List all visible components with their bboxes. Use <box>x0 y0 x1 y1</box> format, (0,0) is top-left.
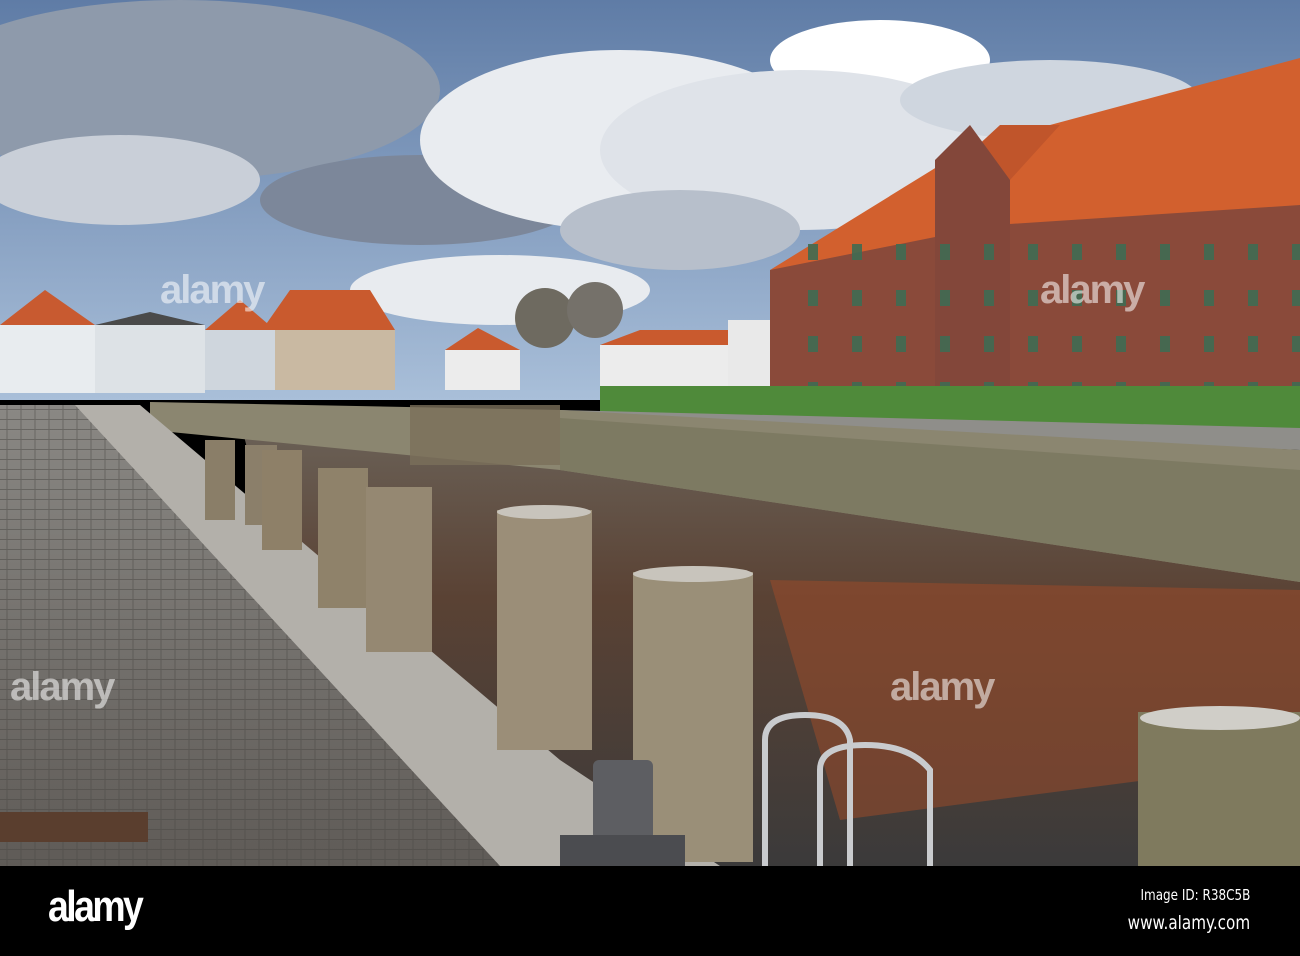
watermark: alamy <box>1040 268 1145 312</box>
stock-footer: alamy Image ID: R38C5B www.alamy.com <box>0 866 1300 956</box>
watermark: alamy <box>160 268 265 312</box>
image-id: Image ID: R38C5B <box>1140 886 1250 904</box>
harbour-photo <box>0 0 1300 866</box>
drain-cover <box>0 812 148 842</box>
website-link[interactable]: www.alamy.com <box>1127 912 1250 934</box>
watermark: alamy <box>890 665 995 709</box>
alamy-logo[interactable]: alamy <box>48 882 144 932</box>
watermark: alamy <box>10 665 115 709</box>
